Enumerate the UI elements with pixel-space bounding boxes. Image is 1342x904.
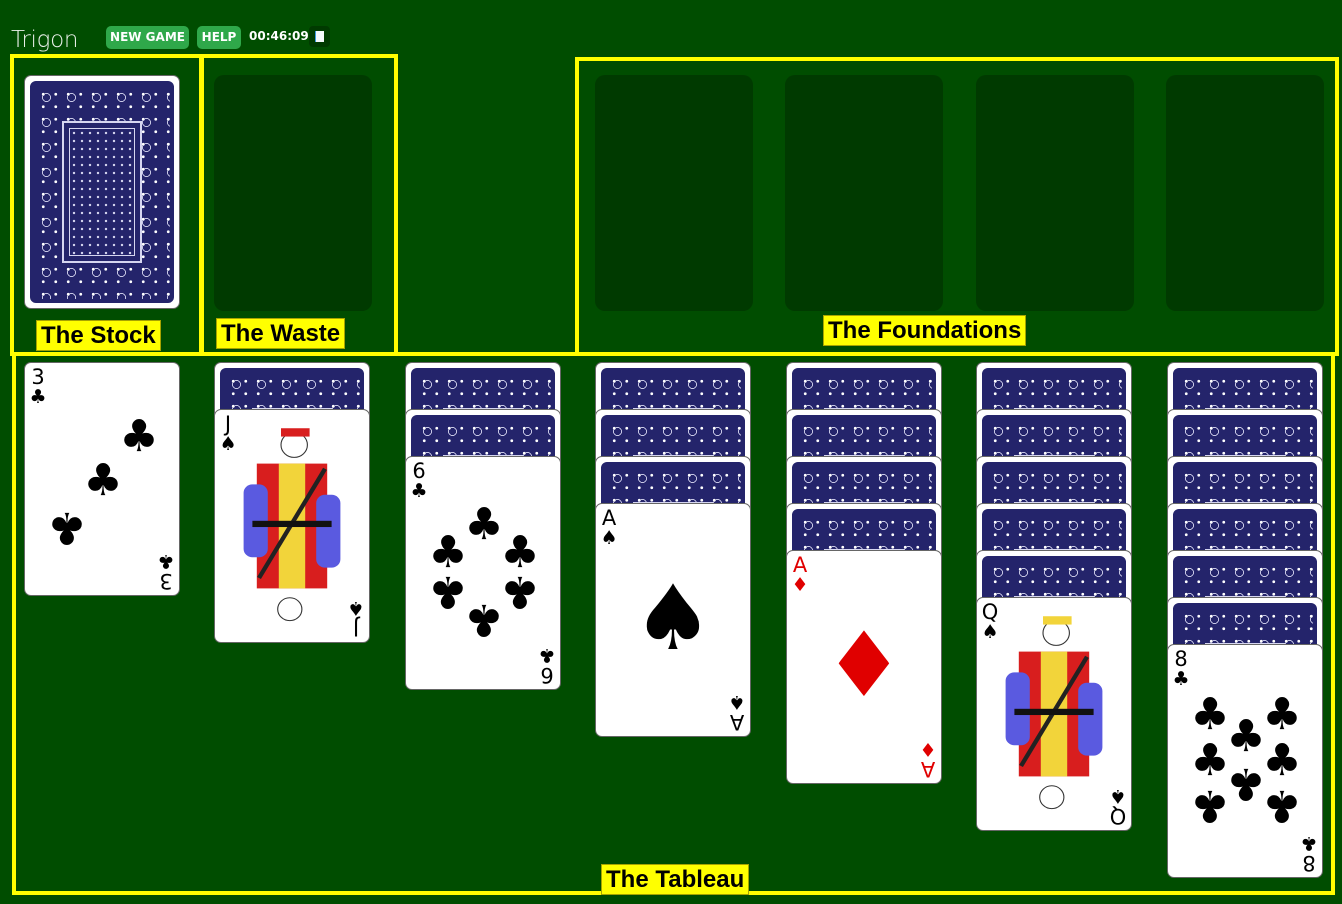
game-timer: 00:46:09 [249, 29, 309, 43]
tableau-region-outline [12, 352, 1335, 895]
tableau-label: The Tableau [601, 864, 750, 895]
waste-label: The Waste [216, 318, 346, 349]
help-button[interactable]: HELP [197, 26, 241, 49]
foundations-region-outline [575, 57, 1339, 356]
waste-region-outline [199, 54, 398, 356]
stock-label: The Stock [36, 320, 161, 351]
pause-icon-bar [320, 31, 324, 42]
app-title: Trigon [11, 27, 79, 53]
stock-region-outline [10, 54, 204, 356]
pause-button[interactable] [309, 26, 330, 47]
foundations-label: The Foundations [823, 315, 1027, 346]
new-game-button[interactable]: NEW GAME [106, 26, 189, 49]
